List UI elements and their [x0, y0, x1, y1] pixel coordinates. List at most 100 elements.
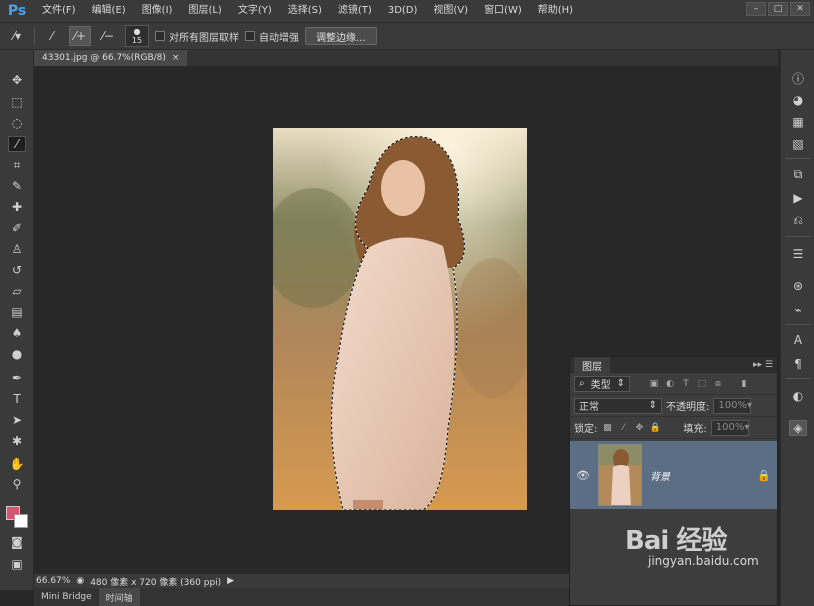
opacity-label: 不透明度: — [666, 402, 710, 413]
menu-3d[interactable]: 3D(D) — [380, 0, 426, 22]
status-menu-arrow-icon[interactable]: ▶ — [227, 576, 234, 586]
blend-row: 正常 ⇕ 不透明度: 100% ▾ — [570, 395, 777, 417]
menu-window[interactable]: 窗口(W) — [476, 0, 530, 22]
document-tab[interactable]: 43301.jpg @ 66.7%(RGB/8) × — [34, 50, 188, 66]
actions-icon[interactable]: ▶ — [789, 190, 807, 206]
paths-icon[interactable]: ⌁ — [789, 302, 807, 318]
brush-presets-icon[interactable]: ▧ — [789, 136, 807, 152]
maximize-button[interactable]: □ — [768, 2, 788, 16]
zoom-level[interactable]: 66.67% — [36, 576, 70, 586]
maximize-icon: □ — [773, 4, 783, 14]
menu-view[interactable]: 视图(V) — [425, 0, 476, 22]
auto-enhance-checkbox[interactable]: 自动增强 — [245, 29, 299, 44]
menu-help[interactable]: 帮助(H) — [530, 0, 581, 22]
tab-timeline[interactable]: 时间轴 — [98, 588, 140, 606]
move-tool-icon[interactable]: ✥ — [8, 72, 26, 88]
lock-all-icon[interactable]: 🔒 — [649, 422, 661, 434]
new-selection-button[interactable]: ⁄ — [41, 26, 63, 46]
lock-position-icon[interactable]: ✥ — [633, 422, 645, 434]
styles-icon[interactable]: ⧉ — [789, 166, 807, 182]
brush-tool-icon[interactable]: ✐ — [8, 220, 26, 236]
subtract-from-selection-button[interactable]: ⁄− — [97, 26, 119, 46]
divider — [786, 158, 810, 159]
lasso-tool-icon[interactable]: ◌ — [8, 115, 26, 131]
divider — [786, 378, 810, 379]
menu-filter[interactable]: 滤镜(T) — [330, 0, 380, 22]
type-filter-icon[interactable]: T — [680, 378, 692, 390]
character-icon[interactable]: A — [789, 332, 807, 348]
layers-panel-header: 图层 ▸▸ ☰ — [570, 357, 777, 373]
eraser-tool-icon[interactable]: ▱ — [8, 283, 26, 299]
zoom-tool-icon[interactable]: ⚲ — [8, 476, 26, 492]
info-icon[interactable]: ⓘ — [789, 70, 807, 86]
layers-icon[interactable]: ◈ — [789, 420, 807, 436]
pixel-filter-icon[interactable]: ▣ — [648, 378, 660, 390]
layer-name[interactable]: 背景 — [650, 468, 749, 483]
brush-size-picker[interactable]: ● 15 — [125, 25, 149, 47]
search-icon: ⌕ — [579, 378, 585, 389]
adjustments-icon[interactable]: ☰ — [789, 246, 807, 262]
filter-toggle-icon[interactable]: ▮ — [738, 378, 750, 390]
quick-select-add-icon: ⁄+ — [73, 29, 87, 43]
blur-tool-icon[interactable]: ♠ — [8, 325, 26, 341]
refine-edge-button[interactable]: 调整边缘... — [305, 27, 377, 45]
filter-kind-dropdown[interactable]: ⌕ 类型 ⇕ — [574, 375, 630, 392]
screen-mode-icon[interactable]: ▣ — [8, 556, 26, 572]
paragraph-icon[interactable]: ¶ — [789, 356, 807, 372]
add-to-selection-button[interactable]: ⁄+ — [69, 26, 91, 46]
menu-layer[interactable]: 图层(L) — [180, 0, 229, 22]
marquee-tool-icon[interactable]: ⬚ — [8, 94, 26, 110]
adjustment-filter-icon[interactable]: ◐ — [664, 378, 676, 390]
path-selection-tool-icon[interactable]: ➤ — [8, 412, 26, 428]
document-image[interactable] — [273, 128, 527, 510]
divider — [786, 324, 810, 325]
opacity-field[interactable]: 100% ▾ — [713, 397, 752, 414]
filter-kind-label: 类型 — [590, 380, 611, 391]
history-brush-tool-icon[interactable]: ↺ — [8, 262, 26, 278]
type-tool-icon[interactable]: T — [8, 391, 26, 407]
quick-mask-icon[interactable]: ◙ — [8, 534, 26, 550]
options-bar: ⁄▾ ⁄ ⁄+ ⁄− ● 15 对所有图层取样 自动增强 调整边缘... — [0, 22, 814, 50]
hand-tool-icon[interactable]: ✋ — [8, 456, 26, 472]
menu-type[interactable]: 文字(Y) — [230, 0, 280, 22]
panel-menu-icon[interactable]: ▸▸ ☰ — [753, 360, 773, 370]
tab-mini-bridge[interactable]: Mini Bridge — [34, 588, 99, 606]
lock-image-icon[interactable]: ⁄ — [617, 422, 629, 434]
tools-panel: ✥ ⬚ ◌ ⁄ ⌗ ✎ ✚ ✐ ♙ ↺ ▱ ▤ ♠ ● ✒ T ➤ ✱ ✋ ⚲ … — [0, 50, 34, 590]
blend-mode-dropdown[interactable]: 正常 ⇕ — [574, 397, 662, 414]
pen-tool-icon[interactable]: ✒ — [8, 370, 26, 386]
menu-image[interactable]: 图像(I) — [134, 0, 181, 22]
gradient-tool-icon[interactable]: ▤ — [8, 304, 26, 320]
quick-selection-tool-icon[interactable]: ⁄ — [8, 136, 26, 152]
layers-panel: 图层 ▸▸ ☰ ⌕ 类型 ⇕ ▣ ◐ T ⬚ ⧈ ▮ 正常 ⇕ 不透明度: 10… — [569, 356, 778, 606]
background-color-swatch[interactable] — [14, 514, 28, 528]
menu-edit[interactable]: 编辑(E) — [84, 0, 134, 22]
menu-select[interactable]: 选择(S) — [280, 0, 330, 22]
close-button[interactable]: ✕ — [790, 2, 810, 16]
smart-object-filter-icon[interactable]: ⧈ — [712, 378, 724, 390]
close-tab-icon[interactable]: × — [172, 53, 180, 63]
eyedropper-tool-icon[interactable]: ✎ — [8, 178, 26, 194]
lock-icon: 🔒 — [757, 468, 771, 482]
crop-tool-icon[interactable]: ⌗ — [8, 157, 26, 173]
eye-icon[interactable]: 👁 — [576, 469, 590, 482]
dodge-tool-icon[interactable]: ● — [8, 346, 26, 362]
menu-file[interactable]: 文件(F) — [34, 0, 84, 22]
sample-all-layers-checkbox[interactable]: 对所有图层取样 — [155, 29, 239, 44]
history-icon[interactable]: ⎌ — [789, 212, 807, 228]
navigator-icon[interactable]: ◐ — [789, 388, 807, 404]
fill-field[interactable]: 100% ▾ — [710, 419, 749, 436]
clone-stamp-tool-icon[interactable]: ♙ — [8, 241, 26, 257]
minimize-button[interactable]: – — [746, 2, 766, 16]
layers-panel-tab[interactable]: 图层 — [574, 357, 610, 373]
healing-brush-tool-icon[interactable]: ✚ — [8, 199, 26, 215]
shape-filter-icon[interactable]: ⬚ — [696, 378, 708, 390]
swatches-icon[interactable]: ▦ — [789, 114, 807, 130]
channels-icon[interactable]: ⊛ — [789, 278, 807, 294]
layer-thumbnail — [598, 444, 642, 506]
color-icon[interactable]: ◕ — [789, 92, 807, 108]
lock-transparent-icon[interactable]: ▩ — [601, 422, 613, 434]
layer-row[interactable]: 👁 背景 🔒 — [570, 441, 777, 509]
tool-preset-picker[interactable]: ⁄▾ — [6, 26, 28, 46]
shape-tool-icon[interactable]: ✱ — [8, 433, 26, 449]
